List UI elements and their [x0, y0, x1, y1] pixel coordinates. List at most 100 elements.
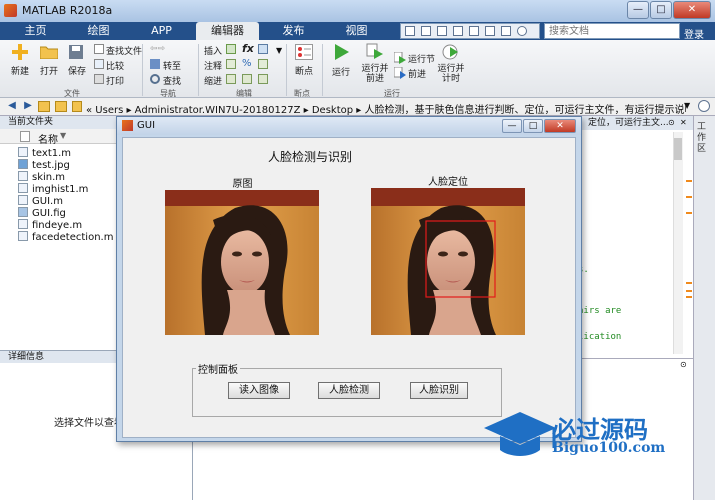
undo-icon[interactable] [469, 26, 479, 36]
m-file-icon [18, 219, 28, 229]
open-button[interactable]: 打开 [36, 64, 62, 77]
indent-icon[interactable] [242, 74, 252, 84]
matlab-logo-icon [4, 4, 17, 17]
insert-button[interactable]: 插入 [204, 44, 222, 57]
sign-in-link[interactable]: 登录 [684, 26, 704, 41]
code-line[interactable]: lication [578, 332, 621, 342]
code-marker [686, 282, 692, 284]
scrollbar-thumb[interactable] [674, 138, 682, 160]
indent-button[interactable]: 缩进 [204, 74, 222, 87]
name-column[interactable]: 名称 [38, 131, 58, 146]
window-title: MATLAB R2018a [22, 4, 113, 17]
comment-button[interactable]: 注释 [204, 59, 222, 72]
close-icon[interactable]: ✕ [680, 118, 687, 127]
chevron-down-icon[interactable]: ⊙ [680, 360, 687, 369]
run-button[interactable]: 运行 [328, 65, 354, 78]
list-item[interactable]: GUI.m [18, 195, 63, 207]
recognize-face-button[interactable]: 人脸识别 [410, 382, 468, 399]
run-and-advance-button[interactable]: 运行并 前进 [358, 64, 392, 84]
cut-icon[interactable] [421, 26, 431, 36]
run-section-icon [393, 51, 406, 64]
image-file-icon [18, 159, 28, 169]
smart-indent-icon[interactable] [226, 74, 236, 84]
current-path[interactable]: « Users ▸ Administrator.WIN7U-20180127Z … [86, 101, 686, 116]
code-line[interactable]: airs are [578, 306, 621, 316]
insert-function-icon[interactable] [258, 44, 268, 54]
help-icon[interactable] [517, 26, 527, 36]
chevron-down-icon[interactable]: ▼ [276, 46, 282, 55]
outdent-icon[interactable] [258, 74, 268, 84]
nav-arrows-icon[interactable]: ⇦⇨ [150, 44, 174, 54]
code-marker [686, 196, 692, 198]
advance-button[interactable]: 前进 [408, 67, 426, 80]
tab-editor[interactable]: 编辑器 [196, 22, 259, 40]
run-section-button[interactable]: 运行节 [408, 52, 435, 65]
editor-tab[interactable]: 、定位，可运行主文... [575, 116, 693, 130]
list-item[interactable]: test.jpg [18, 159, 70, 171]
save-icon[interactable] [405, 26, 415, 36]
quick-access-toolbar [400, 23, 540, 39]
browse-folder-icon[interactable] [55, 101, 67, 112]
copy-icon[interactable] [437, 26, 447, 36]
gui-minimize-button[interactable]: — [502, 119, 522, 133]
located-face-image [371, 188, 525, 335]
list-item[interactable]: skin.m [18, 171, 65, 183]
search-docs-input[interactable] [544, 23, 680, 39]
sort-arrow-icon[interactable]: ▼ [60, 131, 66, 140]
paste-icon[interactable] [453, 26, 463, 36]
chevron-down-icon[interactable]: ⊙ [668, 118, 675, 127]
m-file-icon [18, 231, 28, 241]
save-button[interactable]: 保存 [64, 64, 90, 77]
file-name: imghist1.m [32, 184, 89, 195]
forward-arrow-icon[interactable]: ▶ [22, 100, 34, 112]
folder-icon [72, 101, 82, 112]
m-file-icon [18, 147, 28, 157]
tab-home[interactable]: 主页 [4, 22, 67, 40]
print-button[interactable]: 打印 [106, 74, 124, 87]
code-marker [686, 212, 692, 214]
list-item[interactable]: findeye.m [18, 219, 82, 231]
close-button[interactable]: ✕ [673, 1, 711, 19]
detect-face-button[interactable]: 人脸检测 [318, 382, 380, 399]
list-item[interactable]: GUI.fig [18, 207, 66, 219]
comment-toggle-icon[interactable] [226, 59, 236, 69]
chevron-down-icon[interactable]: ▼ [684, 101, 690, 110]
back-arrow-icon[interactable]: ◀ [6, 100, 18, 112]
up-folder-icon[interactable] [38, 101, 50, 112]
fx-icon[interactable]: fx [242, 42, 254, 55]
tab-publish[interactable]: 发布 [262, 22, 325, 40]
ribbon-separator [198, 44, 199, 96]
find-button[interactable]: 查找 [163, 74, 181, 87]
goto-button[interactable]: 转至 [163, 59, 181, 72]
tab-view[interactable]: 视图 [325, 22, 388, 40]
tab-apps[interactable]: APP [130, 22, 193, 40]
fig-file-icon [18, 207, 28, 217]
insert-section-icon[interactable] [226, 44, 236, 54]
maximize-button[interactable]: □ [650, 1, 672, 19]
breakpoints-button[interactable]: 断点 [292, 64, 316, 77]
find-files-icon [94, 44, 104, 54]
original-image [165, 190, 319, 335]
list-item[interactable]: facedetection.m [18, 231, 113, 243]
percent-icon[interactable]: % [242, 58, 252, 69]
workspace-strip[interactable] [693, 116, 715, 500]
switch-windows-icon[interactable] [501, 26, 511, 36]
list-item[interactable]: imghist1.m [18, 183, 88, 195]
minimize-button[interactable]: — [627, 1, 649, 19]
run-and-time-button[interactable]: 运行并 计时 [436, 64, 466, 84]
file-type-icon [20, 131, 30, 142]
load-image-button[interactable]: 读入图像 [228, 382, 290, 399]
redo-icon[interactable] [485, 26, 495, 36]
list-item[interactable]: text1.m [18, 147, 71, 159]
compare-button[interactable]: 比较 [106, 59, 124, 72]
search-icon[interactable] [698, 100, 710, 112]
gui-close-button[interactable]: ✕ [544, 119, 576, 133]
gui-maximize-button[interactable]: □ [523, 119, 543, 133]
goto-icon [150, 59, 160, 69]
find-files-button[interactable]: 查找文件 [106, 44, 142, 57]
gui-window-title: GUI [137, 120, 156, 131]
tab-plots[interactable]: 绘图 [67, 22, 130, 40]
wrap-comment-icon[interactable] [258, 59, 268, 69]
new-button[interactable]: 新建 [6, 64, 34, 77]
scrollbar[interactable] [673, 132, 683, 354]
